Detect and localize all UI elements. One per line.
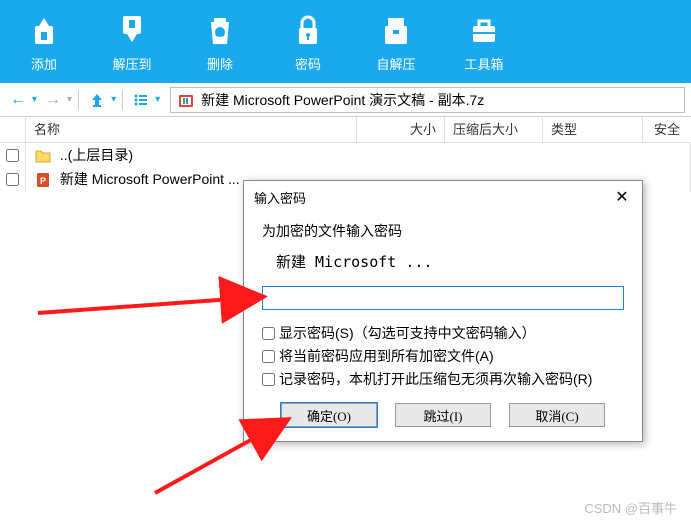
toolbar-label: 解压到 xyxy=(112,54,151,73)
toolbar-password[interactable]: 密码 xyxy=(264,0,352,83)
dialog-title-text: 输入密码 xyxy=(254,188,306,207)
ppt-icon: P xyxy=(34,171,52,189)
svg-text:P: P xyxy=(40,176,46,186)
ok-button[interactable]: 确定(O) xyxy=(281,403,377,427)
row-checkbox[interactable] xyxy=(6,149,19,162)
toolbar-label: 密码 xyxy=(295,54,321,73)
skip-button[interactable]: 跳过(I) xyxy=(395,403,491,427)
file-list-header: 名称 大小 压缩后大小 类型 安全 xyxy=(0,117,691,143)
col-safe[interactable]: 安全 xyxy=(643,117,691,142)
remember-password-row[interactable]: 记录密码，本机打开此压缩包无须再次输入密码(R) xyxy=(262,369,624,389)
archive-icon xyxy=(177,91,195,109)
extract-icon xyxy=(113,10,151,48)
password-input[interactable] xyxy=(262,286,624,310)
toolbar-label: 删除 xyxy=(207,54,233,73)
show-password-row[interactable]: 显示密码(S)（勾选可支持中文密码输入） xyxy=(262,323,624,343)
check-label: 将当前密码应用到所有加密文件(A) xyxy=(279,346,494,366)
apply-all-row[interactable]: 将当前密码应用到所有加密文件(A) xyxy=(262,346,624,366)
watermark: CSDN @百事牛 xyxy=(584,498,677,517)
row-name: ..(上层目录) xyxy=(60,147,133,163)
view-dropdown[interactable]: ▾ xyxy=(155,94,160,105)
toolbox-icon xyxy=(465,10,503,48)
dialog-titlebar[interactable]: 输入密码 ✕ xyxy=(244,181,642,213)
main-toolbar: 添加 解压到 删除 密码 自解压 工具箱 xyxy=(0,0,691,83)
separator xyxy=(122,90,123,110)
col-type[interactable]: 类型 xyxy=(543,117,643,142)
sfx-icon xyxy=(377,10,415,48)
dialog-prompt: 为加密的文件输入密码 xyxy=(262,221,624,241)
toolbar-label: 自解压 xyxy=(376,54,415,73)
col-packed[interactable]: 压缩后大小 xyxy=(445,117,543,142)
address-path: 新建 Microsoft PowerPoint 演示文稿 - 副本.7z xyxy=(201,88,484,112)
lock-icon xyxy=(289,10,327,48)
password-dialog: 输入密码 ✕ 为加密的文件输入密码 新建 Microsoft ... 显示密码(… xyxy=(243,180,643,442)
row-name: 新建 Microsoft PowerPoint ... xyxy=(60,171,240,187)
show-password-checkbox[interactable] xyxy=(262,327,275,340)
apply-all-checkbox[interactable] xyxy=(262,350,275,363)
annotation-arrow-1 xyxy=(38,225,278,320)
nav-up-icon[interactable] xyxy=(85,88,109,112)
nav-forward-icon[interactable]: → xyxy=(41,88,65,112)
nav-forward-dropdown[interactable]: ▾ xyxy=(67,94,72,105)
dialog-body: 为加密的文件输入密码 新建 Microsoft ... 显示密码(S)（勾选可支… xyxy=(244,213,642,441)
row-checkbox[interactable] xyxy=(6,173,19,186)
col-check[interactable] xyxy=(0,117,26,142)
cancel-button[interactable]: 取消(C) xyxy=(509,403,605,427)
remember-password-checkbox[interactable] xyxy=(262,373,275,386)
view-list-icon[interactable] xyxy=(129,88,153,112)
nav-bar: ← ▾ → ▾ ▾ ▾ 新建 Microsoft PowerPoint 演示文稿… xyxy=(0,83,691,117)
dialog-filename: 新建 Microsoft ... xyxy=(276,251,624,272)
toolbar-extract[interactable]: 解压到 xyxy=(88,0,176,83)
toolbar-label: 添加 xyxy=(31,54,57,73)
add-icon xyxy=(25,10,63,48)
col-name[interactable]: 名称 xyxy=(26,117,357,142)
check-label: 显示密码(S)（勾选可支持中文密码输入） xyxy=(279,323,536,343)
check-label: 记录密码，本机打开此压缩包无须再次输入密码(R) xyxy=(279,369,592,389)
dialog-buttons: 确定(O) 跳过(I) 取消(C) xyxy=(262,403,624,427)
toolbar-label: 工具箱 xyxy=(464,54,503,73)
toolbar-add[interactable]: 添加 xyxy=(0,0,88,83)
toolbar-sfx[interactable]: 自解压 xyxy=(352,0,440,83)
delete-icon xyxy=(201,10,239,48)
nav-up-dropdown[interactable]: ▾ xyxy=(111,94,116,105)
col-size[interactable]: 大小 xyxy=(357,117,445,142)
toolbar-delete[interactable]: 删除 xyxy=(176,0,264,83)
folder-icon xyxy=(34,147,52,165)
address-bar[interactable]: 新建 Microsoft PowerPoint 演示文稿 - 副本.7z xyxy=(170,87,685,113)
nav-back-icon[interactable]: ← xyxy=(6,88,30,112)
close-icon[interactable]: ✕ xyxy=(612,187,632,207)
nav-back-dropdown[interactable]: ▾ xyxy=(32,94,37,105)
toolbar-toolbox[interactable]: 工具箱 xyxy=(440,0,528,83)
parent-dir-row[interactable]: ..(上层目录) xyxy=(0,143,691,167)
separator xyxy=(78,90,79,110)
